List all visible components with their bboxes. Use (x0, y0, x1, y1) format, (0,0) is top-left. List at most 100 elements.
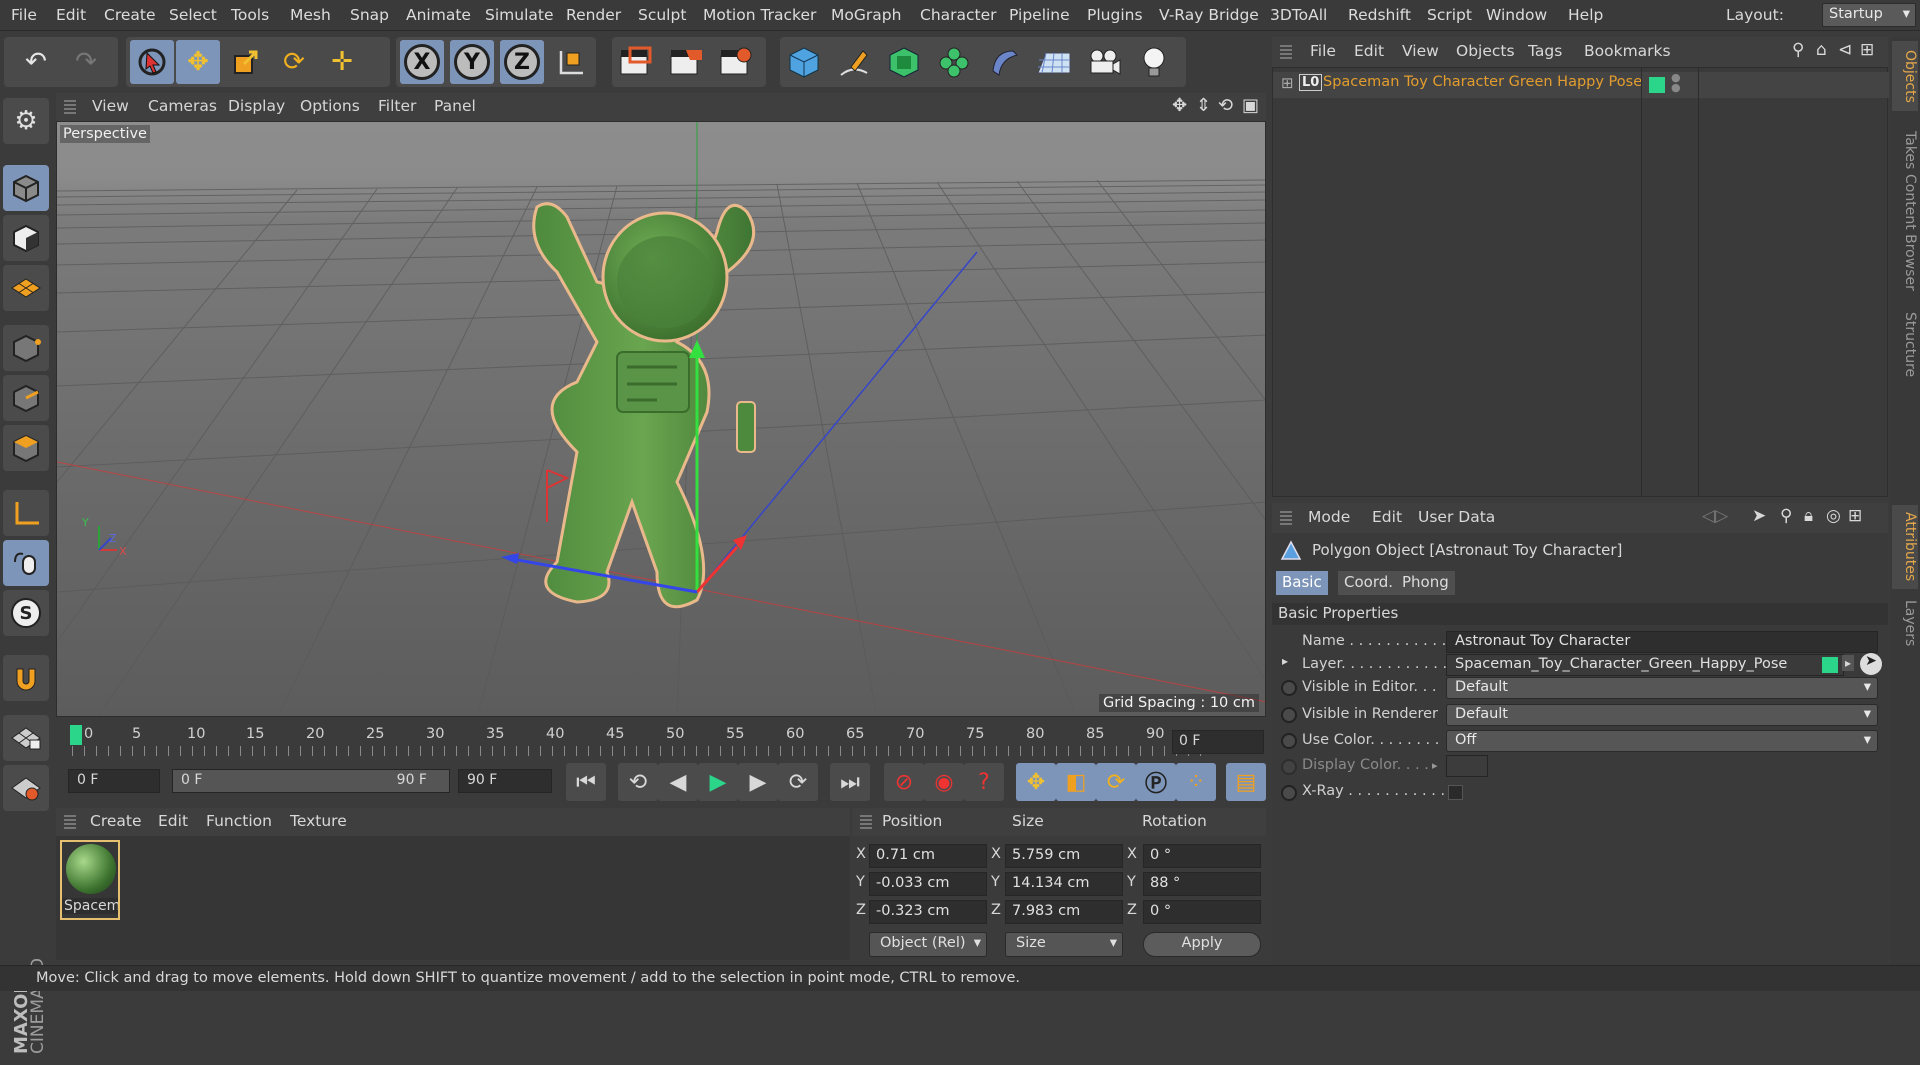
autokeying-icon[interactable]: ◉ (924, 763, 964, 801)
back-arrow-icon[interactable]: ◁▷ (1702, 506, 1728, 526)
scheme-settings-icon[interactable]: ▤ (1226, 763, 1266, 801)
timeline-ruler[interactable]: 0 5 10 15 20 25 30 35 40 45 50 55 60 65 … (56, 719, 1266, 759)
previous-frame-icon[interactable]: ◀ (658, 763, 698, 801)
om-menu-edit[interactable]: Edit (1354, 42, 1384, 60)
tab-structure[interactable]: Structure (1892, 305, 1918, 385)
expand-arrow-icon[interactable]: ▸ (1282, 654, 1288, 668)
layer-color-swatch[interactable] (1649, 77, 1665, 93)
cloner-icon[interactable] (932, 40, 976, 84)
layer-menu-arrow-icon[interactable]: ▸ (1842, 655, 1855, 671)
object-name[interactable]: Spaceman Toy Character Green Happy Pose (1323, 74, 1642, 90)
animate-xray-radio[interactable] (1281, 785, 1297, 801)
menu-snap[interactable]: Snap (350, 6, 389, 24)
previous-key-icon[interactable]: ⟲ (618, 763, 658, 801)
record-scale-icon[interactable]: ◧ (1056, 763, 1096, 801)
target-icon[interactable]: ◎ (1826, 506, 1841, 526)
texture-mode-icon[interactable] (3, 215, 49, 261)
rotation-x-field[interactable]: 0 ° (1143, 844, 1261, 868)
floor-icon[interactable] (1032, 40, 1076, 84)
menu-create[interactable]: Create (104, 6, 156, 24)
menu-edit[interactable]: Edit (56, 6, 86, 24)
workplane-mode-icon[interactable] (3, 265, 49, 311)
rotation-z-field[interactable]: 0 ° (1143, 900, 1261, 924)
animate-display-color-radio[interactable] (1281, 759, 1297, 775)
om-menu-tags[interactable]: Tags (1528, 42, 1562, 60)
menu-plugins[interactable]: Plugins (1087, 6, 1143, 24)
xray-checkbox[interactable] (1448, 785, 1463, 800)
material-swatch[interactable]: Spacema (60, 840, 120, 920)
camera-icon[interactable] (1082, 40, 1126, 84)
astronaut-character[interactable] (532, 202, 756, 609)
visibility-dots-icon[interactable]: ● ● (1671, 72, 1681, 93)
search-icon[interactable]: ⚲ (1792, 40, 1804, 60)
redo-icon[interactable]: ↷ (64, 40, 108, 84)
coordinate-system-icon[interactable] (548, 40, 592, 84)
search-icon[interactable]: ⚲ (1780, 506, 1792, 526)
animate-visible-editor-radio[interactable] (1281, 680, 1297, 696)
new-panel-icon[interactable]: ⊞ (1848, 506, 1862, 526)
viewport-menu-filter[interactable]: Filter (378, 97, 416, 115)
coordinate-mode-dropdown[interactable]: Object (Rel) ▾ (869, 932, 987, 957)
go-to-end-icon[interactable]: ⏭ (830, 763, 870, 801)
start-frame-field[interactable]: 0 F (68, 769, 160, 793)
menu-motion-tracker[interactable]: Motion Tracker (703, 6, 816, 24)
name-field[interactable]: Astronaut Toy Character (1446, 631, 1878, 653)
subdivision-surface-icon[interactable] (882, 40, 926, 84)
model-mode-icon[interactable] (3, 165, 49, 211)
use-color-dropdown[interactable]: Off ▾ (1446, 730, 1878, 752)
preview-range-slider[interactable]: 0 F 90 F (172, 769, 450, 793)
menu-mograph[interactable]: MoGraph (831, 6, 901, 24)
tweak-mode-icon[interactable] (3, 540, 49, 586)
viewport-menu-view[interactable]: View (92, 97, 129, 115)
display-color-swatch[interactable] (1446, 755, 1488, 777)
tab-content-browser[interactable]: Content Browser (1892, 167, 1918, 297)
keyframe-selection-icon[interactable]: ? (964, 763, 1004, 801)
menu-script[interactable]: Script (1427, 6, 1472, 24)
cube-icon[interactable] (782, 40, 826, 84)
scale-tool-icon[interactable] (224, 40, 268, 84)
menu-help[interactable]: Help (1568, 6, 1603, 24)
layout-select[interactable]: Startup ▾ (1822, 3, 1916, 27)
drag-handle-icon[interactable] (860, 815, 872, 829)
visible-in-editor-dropdown[interactable]: Default ▾ (1446, 677, 1878, 699)
material-menu-texture[interactable]: Texture (290, 812, 347, 830)
menu-sculpt[interactable]: Sculpt (638, 6, 686, 24)
menu-mesh[interactable]: Mesh (290, 6, 331, 24)
next-frame-icon[interactable]: ▶ (738, 763, 778, 801)
animate-use-color-radio[interactable] (1281, 733, 1297, 749)
rotate-tool-icon[interactable]: ⟳ (272, 40, 316, 84)
z-axis-lock-button[interactable]: Z (500, 40, 544, 84)
new-panel-icon[interactable]: ⊞ (1860, 40, 1874, 60)
tab-layers[interactable]: Layers (1892, 593, 1918, 653)
layer-field[interactable]: Spaceman_Toy_Character_Green_Happy_Pose (1446, 654, 1844, 676)
pointer-icon[interactable]: ➤ (1752, 506, 1766, 526)
zoom-view-icon[interactable]: ⇕ (1196, 95, 1211, 116)
end-frame-field[interactable]: 90 F (458, 769, 552, 793)
tab-phong[interactable]: Phong (1396, 571, 1455, 595)
apply-button[interactable]: Apply (1143, 932, 1261, 957)
visible-in-renderer-dropdown[interactable]: Default ▾ (1446, 704, 1878, 726)
menu-file[interactable]: File (11, 6, 37, 24)
menu-simulate[interactable]: Simulate (485, 6, 554, 24)
tab-coord[interactable]: Coord. (1338, 571, 1400, 595)
home-icon[interactable]: ⌂ (1816, 40, 1827, 60)
size-x-field[interactable]: 5.759 cm (1005, 844, 1123, 868)
drag-handle-icon[interactable] (1280, 511, 1292, 525)
viewport-camera-label[interactable]: Perspective (60, 125, 150, 143)
axis-mode-icon[interactable] (3, 490, 49, 536)
rotate-view-icon[interactable]: ⟲ (1218, 95, 1233, 116)
current-frame-field[interactable]: 0 F (1172, 730, 1264, 754)
edges-mode-icon[interactable] (3, 375, 49, 421)
recent-tool-icon[interactable]: ✛ (320, 40, 364, 84)
lock-icon[interactable]: 🔒︎ (1804, 506, 1813, 526)
undo-icon[interactable]: ↶ (14, 40, 58, 84)
pen-spline-icon[interactable] (832, 40, 876, 84)
play-icon[interactable]: ▶ (698, 763, 738, 801)
position-x-field[interactable]: 0.71 cm (869, 844, 987, 868)
menu-vray-bridge[interactable]: V-Ray Bridge (1159, 6, 1259, 24)
attr-menu-mode[interactable]: Mode (1308, 508, 1350, 526)
menu-tools[interactable]: Tools (231, 6, 269, 24)
om-menu-objects[interactable]: Objects (1456, 42, 1515, 60)
object-row[interactable]: ⊞ L0 Spaceman Toy Character Green Happy … (1273, 72, 1889, 98)
size-mode-dropdown[interactable]: Size ▾ (1005, 932, 1123, 957)
